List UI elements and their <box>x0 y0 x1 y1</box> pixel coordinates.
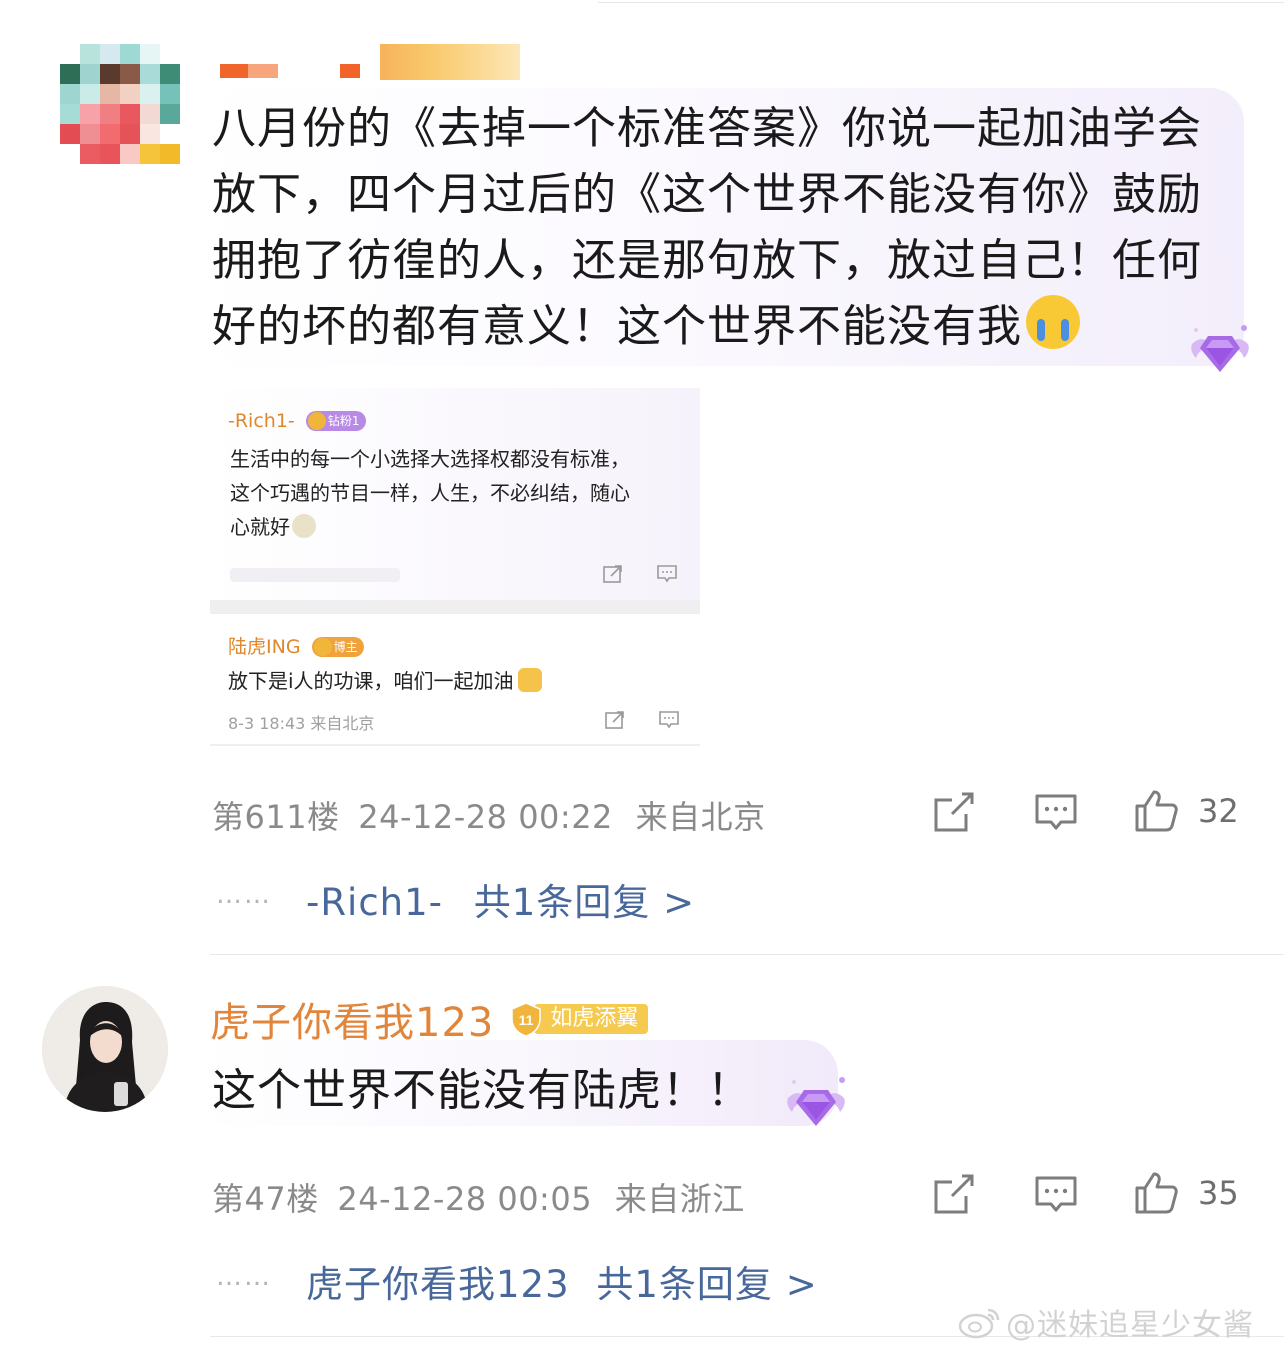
blurred-meta <box>230 568 400 582</box>
embedded-username: -Rich1- <box>228 410 295 432</box>
timestamp: 24-12-28 00:05 <box>337 1180 593 1218</box>
comment-meta: 第611楼 24-12-28 00:22 来自北京 <box>212 792 766 838</box>
location: 来自北京 <box>635 798 766 836</box>
embedded-author-name: 陆虎ING <box>228 636 301 658</box>
like-icon[interactable] <box>1134 788 1178 832</box>
comment-divider <box>210 954 1284 955</box>
floor-number: 第611楼 <box>212 798 340 836</box>
comment-icon[interactable] <box>656 564 678 584</box>
location: 来自浙江 <box>614 1180 745 1218</box>
diamond-fan-badge-icon <box>1191 325 1249 372</box>
diamond-fan-badge-icon <box>787 1077 845 1126</box>
avatar-pixelated[interactable] <box>60 44 180 164</box>
loudly-crying-face-icon <box>1026 295 1080 349</box>
top-divider <box>598 2 1284 3</box>
reply-count: 共1条回复 > <box>473 881 696 924</box>
svg-text:11: 11 <box>519 1012 534 1028</box>
crown-icon <box>313 638 332 656</box>
crown-icon <box>307 412 326 430</box>
comment-icon[interactable] <box>658 710 680 730</box>
embedded-reply-text: 放下是i人的功课，咱们一起加油 <box>228 664 542 698</box>
watermark: @迷妹追星少女酱 <box>958 1300 1254 1344</box>
reply-dots: …… <box>216 880 272 910</box>
like-count: 35 <box>1198 1174 1239 1212</box>
weibo-logo-icon <box>958 1308 1000 1339</box>
badge-label: 如虎添翼 <box>534 1004 649 1034</box>
comment-text: 这个世界不能没有陆虎！！ <box>212 1065 752 1116</box>
share-icon[interactable] <box>932 1172 976 1216</box>
fan-level-badge[interactable]: 11 如虎添翼 <box>508 999 649 1039</box>
author-badge: 博主 <box>311 637 364 657</box>
like-count: 32 <box>1198 792 1239 830</box>
share-icon[interactable] <box>604 710 626 730</box>
like-icon[interactable] <box>1134 1170 1178 1214</box>
comment-meta: 第47楼 24-12-28 00:05 来自浙江 <box>212 1174 745 1220</box>
embedded-screenshot[interactable]: -Rich1- 钻粉1 生活中的每一个小选择大选择权都没有标准， 这个巧遇的节目… <box>210 388 700 748</box>
view-replies-link[interactable]: -Rich1- 共1条回复 > <box>306 872 695 926</box>
reply-dots: …… <box>216 1262 272 1292</box>
reply-username: 虎子你看我123 <box>306 1263 570 1306</box>
comment-icon[interactable] <box>1034 792 1078 836</box>
username-pixelated[interactable] <box>220 44 520 80</box>
reply-count: 共1条回复 > <box>596 1263 818 1306</box>
view-replies-link[interactable]: 虎子你看我123 共1条回复 > <box>306 1254 818 1308</box>
emoji-icon <box>292 514 316 538</box>
cheer-emoji-icon <box>517 668 542 692</box>
embedded-reply-meta: 8-3 18:43 来自北京 <box>228 714 375 733</box>
embedded-comment-text: 生活中的每一个小选择大选择权都没有标准， 这个巧遇的节目一样，人生，不必纠结，随… <box>230 447 630 539</box>
reply-username: -Rich1- <box>306 881 444 924</box>
share-icon[interactable] <box>602 564 624 584</box>
avatar[interactable] <box>42 986 168 1112</box>
comment-text: 八月份的《去掉一个标准答案》你说一起加油学会放下，四个月过后的《这个世界不能没有… <box>212 103 1202 352</box>
user-photo <box>42 986 168 1112</box>
level-shield-icon: 11 <box>508 1001 544 1037</box>
comment-icon[interactable] <box>1034 1174 1078 1218</box>
floor-number: 第47楼 <box>212 1180 319 1218</box>
fan-badge: 钻粉1 <box>305 411 366 431</box>
share-icon[interactable] <box>932 790 976 834</box>
timestamp: 24-12-28 00:22 <box>358 798 613 836</box>
